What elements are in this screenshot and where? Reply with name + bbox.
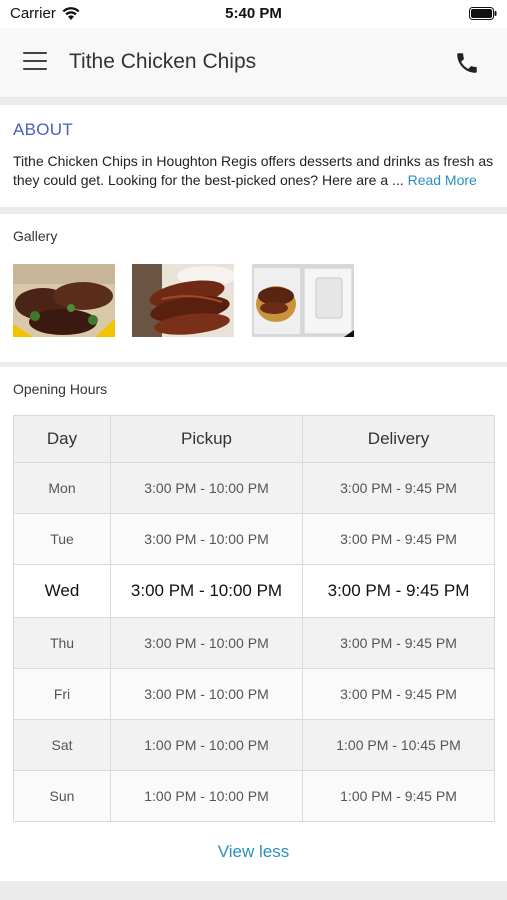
header-day: Day <box>13 415 111 463</box>
battery-icon <box>469 7 497 20</box>
pickup-cell: 3:00 PM - 10:00 PM <box>110 617 303 669</box>
delivery-cell: 3:00 PM - 9:45 PM <box>302 564 495 618</box>
day-cell: Wed <box>13 564 111 618</box>
table-row: Thu 3:00 PM - 10:00 PM 3:00 PM - 9:45 PM <box>13 617 495 669</box>
table-row-today: Wed 3:00 PM - 10:00 PM 3:00 PM - 9:45 PM <box>13 564 495 618</box>
gallery-section: Gallery <box>0 214 507 362</box>
gallery-label: Gallery <box>13 228 58 244</box>
delivery-cell: 3:00 PM - 9:45 PM <box>302 462 495 514</box>
table-row: Tue 3:00 PM - 10:00 PM 3:00 PM - 9:45 PM <box>13 513 495 565</box>
pickup-cell: 1:00 PM - 10:00 PM <box>110 719 303 771</box>
gallery-image-3[interactable] <box>252 264 354 337</box>
app-header: Tithe Chicken Chips <box>0 28 507 98</box>
page-title: Tithe Chicken Chips <box>69 50 257 73</box>
day-cell: Sun <box>13 770 111 822</box>
gallery-image-1[interactable] <box>13 264 115 337</box>
opening-hours-section: Opening Hours Day Pickup Delivery Mon 3:… <box>0 367 507 881</box>
table-row: Sat 1:00 PM - 10:00 PM 1:00 PM - 10:45 P… <box>13 719 495 771</box>
status-bar: Carrier 5:40 PM <box>0 0 507 28</box>
delivery-cell: 1:00 PM - 10:45 PM <box>302 719 495 771</box>
about-text: Tithe Chicken Chips in Houghton Regis of… <box>13 152 497 189</box>
opening-hours-table: Day Pickup Delivery Mon 3:00 PM - 10:00 … <box>13 415 495 822</box>
about-title: ABOUT <box>13 120 74 139</box>
pickup-cell: 3:00 PM - 10:00 PM <box>110 462 303 514</box>
day-cell: Sat <box>13 719 111 771</box>
table-header-row: Day Pickup Delivery <box>13 415 495 463</box>
header-delivery: Delivery <box>302 415 495 463</box>
clock: 5:40 PM <box>225 5 282 22</box>
table-row: Fri 3:00 PM - 10:00 PM 3:00 PM - 9:45 PM <box>13 668 495 720</box>
delivery-cell: 1:00 PM - 9:45 PM <box>302 770 495 822</box>
pickup-cell: 3:00 PM - 10:00 PM <box>110 668 303 720</box>
day-cell: Fri <box>13 668 111 720</box>
table-row: Sun 1:00 PM - 10:00 PM 1:00 PM - 9:45 PM <box>13 770 495 822</box>
header-pickup: Pickup <box>110 415 303 463</box>
pickup-cell: 1:00 PM - 10:00 PM <box>110 770 303 822</box>
opening-hours-label: Opening Hours <box>13 381 108 397</box>
about-section: ABOUT Tithe Chicken Chips in Houghton Re… <box>0 105 507 207</box>
day-cell: Tue <box>13 513 111 565</box>
view-less-link[interactable]: View less <box>0 842 507 862</box>
delivery-cell: 3:00 PM - 9:45 PM <box>302 617 495 669</box>
delivery-cell: 3:00 PM - 9:45 PM <box>302 668 495 720</box>
pickup-cell: 3:00 PM - 10:00 PM <box>110 564 303 618</box>
pickup-cell: 3:00 PM - 10:00 PM <box>110 513 303 565</box>
hamburger-menu-icon[interactable] <box>23 52 47 72</box>
delivery-cell: 3:00 PM - 9:45 PM <box>302 513 495 565</box>
day-cell: Mon <box>13 462 111 514</box>
read-more-link[interactable]: Read More <box>408 172 477 188</box>
table-row: Mon 3:00 PM - 10:00 PM 3:00 PM - 9:45 PM <box>13 462 495 514</box>
day-cell: Thu <box>13 617 111 669</box>
phone-icon[interactable] <box>454 50 480 76</box>
gallery-image-2[interactable] <box>132 264 234 337</box>
